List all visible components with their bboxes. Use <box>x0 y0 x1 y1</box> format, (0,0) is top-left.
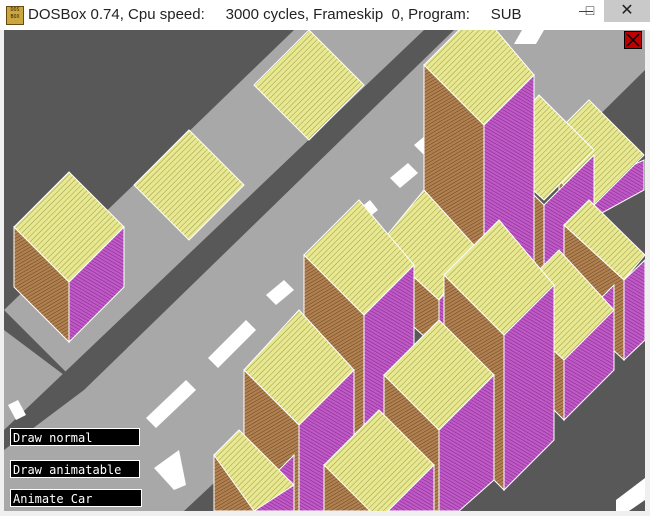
draw-animatable-button[interactable]: Draw animatable <box>10 460 140 478</box>
dosbox-app-icon[interactable]: DOS BOX <box>6 6 24 25</box>
maximize-button[interactable]: □ <box>575 0 605 22</box>
close-button[interactable]: ✕ <box>604 0 650 22</box>
dosbox-window: DOS BOX DOSBox 0.74, Cpu speed: 3000 cyc… <box>0 0 650 516</box>
scene-close-button[interactable] <box>624 31 642 49</box>
dos-screen[interactable]: Draw normal Draw animatable Animate Car <box>4 30 645 511</box>
close-icon: ✕ <box>620 2 634 19</box>
animate-car-button[interactable]: Animate Car <box>10 489 142 507</box>
maximize-icon: □ <box>585 2 595 18</box>
draw-normal-button[interactable]: Draw normal <box>10 428 140 446</box>
title-bar[interactable]: DOS BOX DOSBox 0.74, Cpu speed: 3000 cyc… <box>0 0 650 30</box>
scene-close-icon <box>626 33 640 47</box>
window-title: DOSBox 0.74, Cpu speed: 3000 cycles, Fra… <box>28 6 522 23</box>
